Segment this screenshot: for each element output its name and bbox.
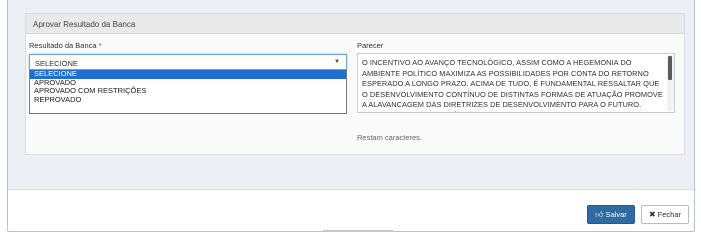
parecer-text: O INCENTIVO AO AVANÇO TECNOLÓGICO, ASSIM…: [362, 58, 663, 112]
approve-result-modal: Aprovar Resultado da Banca Resultado da …: [7, 0, 695, 232]
save-button-label: Salvar: [605, 210, 627, 219]
thumbs-up-icon: 👍︎: [595, 209, 604, 219]
save-button[interactable]: 👍︎ Salvar: [587, 205, 635, 224]
approve-panel: Aprovar Resultado da Banca Resultado da …: [25, 13, 685, 155]
modal-footer: 👍︎ Salvar ✖ Fechar: [8, 190, 694, 232]
panel-content: Resultado da Banca * SELECIONE ▼ SELECIO…: [26, 34, 684, 154]
required-mark: *: [98, 41, 102, 50]
scrollbar-thumb[interactable]: [668, 56, 672, 80]
resultado-select-value: SELECIONE: [35, 59, 78, 68]
resultado-label-text: Resultado da Banca: [29, 41, 97, 50]
close-button-label: Fechar: [657, 210, 682, 219]
option-selecione[interactable]: SELECIONE: [30, 69, 346, 79]
parecer-label: Parecer: [357, 41, 384, 50]
resultado-dropdown-list: SELECIONE APROVADO APROVADO COM RESTRIÇÕ…: [29, 69, 347, 114]
close-icon: ✖: [648, 210, 656, 219]
panel-title: Aprovar Resultado da Banca: [26, 14, 684, 34]
option-reprovado[interactable]: REPROVADO: [30, 95, 346, 105]
resultado-label: Resultado da Banca *: [29, 41, 102, 50]
textarea-scrollbar[interactable]: [667, 55, 673, 111]
char-counter: Restam caracteres.: [357, 133, 423, 142]
parecer-textarea[interactable]: O INCENTIVO AO AVANÇO TECNOLÓGICO, ASSIM…: [357, 53, 675, 113]
modal-body: Aprovar Resultado da Banca Resultado da …: [8, 0, 694, 190]
caret-down-icon: ▼: [334, 59, 340, 65]
close-button[interactable]: ✖ Fechar: [641, 205, 689, 224]
resize-handle: [323, 230, 393, 232]
resultado-select[interactable]: SELECIONE ▼: [29, 54, 347, 70]
